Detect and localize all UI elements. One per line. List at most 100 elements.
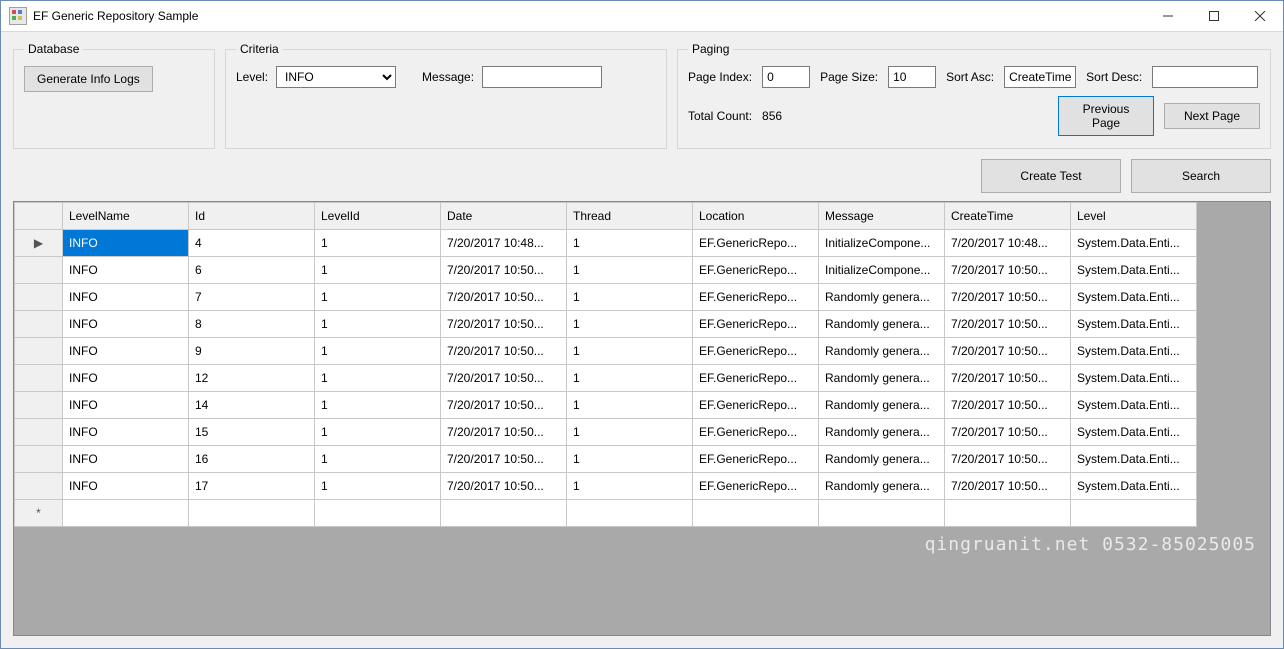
cell[interactable]: System.Data.Enti... (1071, 365, 1197, 392)
row-header[interactable] (15, 446, 63, 473)
cell[interactable]: Randomly genera... (819, 446, 945, 473)
cell[interactable]: EF.GenericRepo... (693, 311, 819, 338)
cell[interactable]: 1 (567, 284, 693, 311)
cell[interactable]: EF.GenericRepo... (693, 392, 819, 419)
sort-asc-input[interactable] (1004, 66, 1076, 88)
row-header[interactable] (15, 419, 63, 446)
cell[interactable]: 7/20/2017 10:50... (945, 284, 1071, 311)
search-button[interactable]: Search (1131, 159, 1271, 193)
level-select[interactable]: INFO (276, 66, 396, 88)
cell[interactable]: 7/20/2017 10:50... (441, 419, 567, 446)
row-header[interactable] (15, 338, 63, 365)
table-row[interactable]: INFO917/20/2017 10:50...1EF.GenericRepo.… (15, 338, 1197, 365)
cell[interactable]: Randomly genera... (819, 473, 945, 500)
cell[interactable]: Randomly genera... (819, 338, 945, 365)
cell[interactable]: INFO (63, 257, 189, 284)
cell[interactable]: 4 (189, 230, 315, 257)
cell[interactable]: 7/20/2017 10:50... (441, 365, 567, 392)
page-size-input[interactable] (888, 66, 936, 88)
cell[interactable]: 1 (315, 446, 441, 473)
cell[interactable]: 7/20/2017 10:50... (945, 365, 1071, 392)
cell[interactable] (441, 500, 567, 527)
cell[interactable]: 7/20/2017 10:50... (441, 311, 567, 338)
column-header[interactable]: Level (1071, 203, 1197, 230)
row-header[interactable] (15, 257, 63, 284)
cell[interactable]: 16 (189, 446, 315, 473)
data-grid[interactable]: LevelNameIdLevelIdDateThreadLocationMess… (13, 201, 1271, 636)
row-header[interactable]: ▶ (15, 230, 63, 257)
cell[interactable] (315, 500, 441, 527)
row-header[interactable] (15, 392, 63, 419)
page-index-input[interactable] (762, 66, 810, 88)
cell[interactable]: 1 (315, 257, 441, 284)
cell[interactable]: Randomly genera... (819, 392, 945, 419)
cell[interactable]: INFO (63, 230, 189, 257)
cell[interactable]: 17 (189, 473, 315, 500)
cell[interactable]: 1 (567, 446, 693, 473)
row-header-new[interactable]: * (15, 500, 63, 527)
cell[interactable]: 7/20/2017 10:50... (441, 284, 567, 311)
row-header-corner[interactable] (15, 203, 63, 230)
cell[interactable]: 15 (189, 419, 315, 446)
cell[interactable]: 1 (567, 419, 693, 446)
cell[interactable]: System.Data.Enti... (1071, 230, 1197, 257)
cell[interactable]: EF.GenericRepo... (693, 365, 819, 392)
table-row[interactable]: INFO1517/20/2017 10:50...1EF.GenericRepo… (15, 419, 1197, 446)
table-row[interactable]: INFO1417/20/2017 10:50...1EF.GenericRepo… (15, 392, 1197, 419)
cell[interactable]: 1 (315, 365, 441, 392)
table-row-new[interactable]: * (15, 500, 1197, 527)
next-page-button[interactable]: Next Page (1164, 103, 1260, 129)
cell[interactable]: 7/20/2017 10:50... (441, 392, 567, 419)
cell[interactable]: 1 (567, 473, 693, 500)
cell[interactable]: Randomly genera... (819, 311, 945, 338)
table-row[interactable]: INFO617/20/2017 10:50...1EF.GenericRepo.… (15, 257, 1197, 284)
close-button[interactable] (1237, 2, 1283, 31)
column-header[interactable]: Date (441, 203, 567, 230)
cell[interactable]: 7/20/2017 10:50... (441, 446, 567, 473)
cell[interactable]: InitializeCompone... (819, 230, 945, 257)
column-header[interactable]: Thread (567, 203, 693, 230)
cell[interactable]: INFO (63, 311, 189, 338)
column-header[interactable]: Message (819, 203, 945, 230)
cell[interactable]: EF.GenericRepo... (693, 230, 819, 257)
column-header[interactable]: Id (189, 203, 315, 230)
cell[interactable]: INFO (63, 419, 189, 446)
row-header[interactable] (15, 473, 63, 500)
cell[interactable]: EF.GenericRepo... (693, 284, 819, 311)
cell[interactable]: INFO (63, 284, 189, 311)
minimize-button[interactable] (1145, 2, 1191, 31)
cell[interactable]: 1 (567, 365, 693, 392)
cell[interactable]: 1 (315, 419, 441, 446)
column-header[interactable]: LevelId (315, 203, 441, 230)
cell[interactable]: 7/20/2017 10:48... (441, 230, 567, 257)
cell[interactable]: INFO (63, 473, 189, 500)
cell[interactable]: INFO (63, 446, 189, 473)
column-header[interactable]: CreateTime (945, 203, 1071, 230)
cell[interactable]: INFO (63, 338, 189, 365)
cell[interactable]: System.Data.Enti... (1071, 284, 1197, 311)
cell[interactable]: EF.GenericRepo... (693, 446, 819, 473)
cell[interactable]: 1 (567, 311, 693, 338)
table-row[interactable]: INFO1617/20/2017 10:50...1EF.GenericRepo… (15, 446, 1197, 473)
cell[interactable]: 7/20/2017 10:48... (945, 230, 1071, 257)
table-row[interactable]: ▶INFO417/20/2017 10:48...1EF.GenericRepo… (15, 230, 1197, 257)
cell[interactable]: EF.GenericRepo... (693, 473, 819, 500)
cell[interactable]: 7/20/2017 10:50... (945, 257, 1071, 284)
cell[interactable]: System.Data.Enti... (1071, 446, 1197, 473)
cell[interactable]: 1 (315, 338, 441, 365)
cell[interactable]: 7/20/2017 10:50... (441, 338, 567, 365)
cell[interactable]: InitializeCompone... (819, 257, 945, 284)
cell[interactable]: System.Data.Enti... (1071, 473, 1197, 500)
row-header[interactable] (15, 284, 63, 311)
row-header[interactable] (15, 365, 63, 392)
cell[interactable]: 7/20/2017 10:50... (441, 473, 567, 500)
cell[interactable] (189, 500, 315, 527)
message-input[interactable] (482, 66, 602, 88)
cell[interactable] (945, 500, 1071, 527)
previous-page-button[interactable]: Previous Page (1058, 96, 1154, 136)
cell[interactable]: 1 (567, 230, 693, 257)
cell[interactable]: System.Data.Enti... (1071, 311, 1197, 338)
cell[interactable]: 7/20/2017 10:50... (945, 392, 1071, 419)
cell[interactable]: 7 (189, 284, 315, 311)
generate-info-logs-button[interactable]: Generate Info Logs (24, 66, 153, 92)
